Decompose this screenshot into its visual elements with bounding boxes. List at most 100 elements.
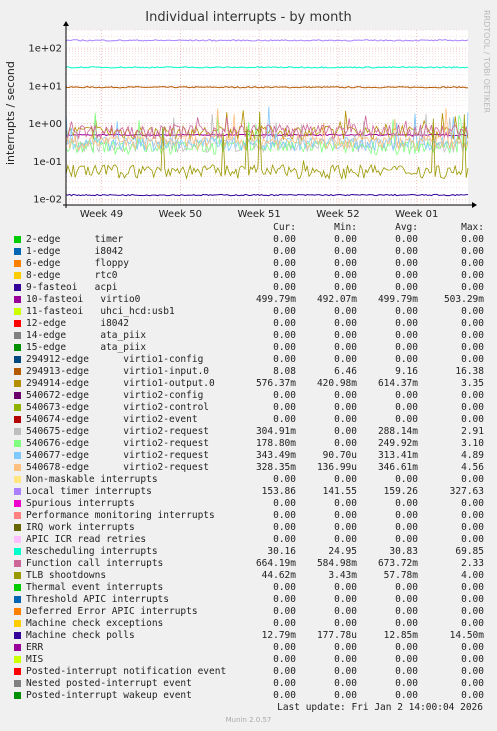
- legend-row: Spurious interrupts 0.00 0.00 0.00 0.00: [0, 498, 497, 510]
- legend-value-min: 0.00: [334, 438, 357, 449]
- legend-value-cur: 576.37m: [255, 378, 296, 389]
- legend-value-avg: 249.92m: [377, 438, 418, 449]
- legend-value-max: 16.38: [455, 366, 484, 377]
- legend-value-min: 90.70u: [322, 450, 357, 461]
- legend-value-cur: 0.00: [273, 534, 296, 545]
- legend-value-max: 0.00: [461, 606, 484, 617]
- legend-series-name: 540673-edge virtio2-control: [26, 402, 210, 413]
- legend-row: IRQ work interrupts 0.00 0.00 0.00 0.00: [0, 522, 497, 534]
- legend-value-min: 420.98m: [316, 378, 357, 389]
- legend-value-avg: 12.85m: [383, 630, 418, 641]
- legend-value-cur: 0.00: [273, 258, 296, 269]
- legend-value-min: 0.00: [334, 234, 357, 245]
- legend-value-avg: 0.00: [395, 318, 418, 329]
- legend-row: Deferred Error APIC interrupts 0.00 0.00 0.…: [0, 606, 497, 618]
- legend-row: 294912-edge virtio1-config 0.00 0.00 0.00 0.…: [0, 354, 497, 366]
- legend-swatch: [14, 560, 21, 567]
- legend-swatch: [14, 284, 21, 291]
- legend-value-max: 4.00: [461, 570, 484, 581]
- legend-value-cur: 0.00: [273, 618, 296, 629]
- legend-row: 2-edge timer 0.00 0.00 0.00 0.00: [0, 234, 497, 246]
- legend-series-name: Function call interrupts: [26, 558, 164, 569]
- legend-value-avg: 0.00: [395, 522, 418, 533]
- legend-series-name: IRQ work interrupts: [26, 522, 135, 533]
- legend-series-name: 12-edge i8042: [26, 318, 129, 329]
- legend-row: 540678-edge virtio2-request 328.35m 136.99…: [0, 462, 497, 474]
- legend-swatch: [14, 260, 21, 267]
- legend-value-max: 0.00: [461, 690, 484, 701]
- legend-value-cur: 0.00: [273, 510, 296, 521]
- legend-value-avg: 0.00: [395, 534, 418, 545]
- legend-value-avg: 0.00: [395, 498, 418, 509]
- legend-swatch: [14, 644, 21, 651]
- y-tick-label: 1e+01: [28, 81, 62, 92]
- legend-row: TLB shootdowns 44.62m 3.43m 57.78m 4.00: [0, 570, 497, 582]
- legend-series-name: 540674-edge virtio2-event: [26, 414, 198, 425]
- legend-value-min: 584.98m: [316, 558, 357, 569]
- legend-series-name: Posted-interrupt wakeup event: [26, 690, 192, 701]
- legend-swatch: [14, 392, 21, 399]
- legend-series-name: 15-edge ata_piix: [26, 342, 147, 353]
- munin-version: Munin 2.0.57: [225, 716, 272, 724]
- legend-swatch: [14, 320, 21, 327]
- legend-series-name: 540676-edge virtio2-request: [26, 438, 210, 449]
- legend-value-avg: 0.00: [395, 330, 418, 341]
- legend-series-name: 540678-edge virtio2-request: [26, 462, 210, 473]
- legend-value-min: 136.99u: [316, 462, 357, 473]
- legend-value-max: 0.00: [461, 282, 484, 293]
- legend-value-min: 0.00: [334, 318, 357, 329]
- legend-value-min: 0.00: [334, 258, 357, 269]
- legend-value-min: 0.00: [334, 498, 357, 509]
- legend-row: APIC ICR read retries 0.00 0.00 0.00 0.00: [0, 534, 497, 546]
- legend-value-cur: 328.35m: [255, 462, 296, 473]
- legend-swatch: [14, 344, 21, 351]
- legend-value-cur: 0.00: [273, 678, 296, 689]
- legend-value-avg: 0.00: [395, 474, 418, 485]
- legend-value-cur: 0.00: [273, 390, 296, 401]
- legend-value-min: 492.07m: [316, 294, 357, 305]
- legend-value-avg: 0.00: [395, 678, 418, 689]
- x-tick-label: Week 52: [316, 209, 359, 220]
- legend-series-name: 540672-edge virtio2-config: [26, 390, 204, 401]
- legend-value-avg: 288.14m: [377, 426, 418, 437]
- legend-value-min: 177.78u: [316, 630, 357, 641]
- legend-value-cur: 0.00: [273, 498, 296, 509]
- legend-value-max: 0.00: [461, 510, 484, 521]
- legend-value-cur: 0.00: [273, 282, 296, 293]
- legend-value-avg: 0.00: [395, 642, 418, 653]
- legend-row: 11-fasteoi uhci_hcd:usb1 0.00 0.00 0.00 0.00: [0, 306, 497, 318]
- legend-value-cur: 0.00: [273, 270, 296, 281]
- legend-series-name: 294913-edge virtio1-input.0: [26, 366, 210, 377]
- legend-column-header: Avg:: [395, 222, 418, 233]
- legend-value-cur: 0.00: [273, 306, 296, 317]
- legend-value-cur: 8.08: [273, 366, 296, 377]
- x-tick-label: Week 50: [159, 209, 202, 220]
- legend-value-max: 327.63: [449, 486, 484, 497]
- legend-value-cur: 499.79m: [255, 294, 296, 305]
- legend-series-name: 294912-edge virtio1-config: [26, 354, 204, 365]
- legend-value-max: 0.00: [461, 414, 484, 425]
- legend-value-avg: 0.00: [395, 618, 418, 629]
- legend-value-max: 0.00: [461, 258, 484, 269]
- legend-value-avg: 0.00: [395, 510, 418, 521]
- legend-value-cur: 0.00: [273, 666, 296, 677]
- legend-value-max: 0.00: [461, 330, 484, 341]
- legend-value-max: 14.50m: [449, 630, 484, 641]
- legend-row: Machine check exceptions 0.00 0.00 0.00 0.00: [0, 618, 497, 630]
- legend-value-max: 503.29m: [443, 294, 484, 305]
- legend-series-name: 10-fasteoi virtio0: [26, 294, 141, 305]
- legend-swatch: [14, 236, 21, 243]
- legend-column-header: Max:: [461, 222, 484, 233]
- legend-value-max: 0.00: [461, 678, 484, 689]
- legend-swatch: [14, 416, 21, 423]
- legend-value-cur: 0.00: [273, 402, 296, 413]
- legend-row: Thermal event interrupts 0.00 0.00 0.00 0.00: [0, 582, 497, 594]
- legend-value-min: 0.00: [334, 534, 357, 545]
- legend-value-max: 0.00: [461, 666, 484, 677]
- legend-value-cur: 12.79m: [261, 630, 296, 641]
- legend-value-min: 0.00: [334, 594, 357, 605]
- legend-value-min: 6.46: [334, 366, 357, 377]
- legend-value-min: 0.00: [334, 618, 357, 629]
- legend-swatch: [14, 548, 21, 555]
- legend-value-max: 0.00: [461, 642, 484, 653]
